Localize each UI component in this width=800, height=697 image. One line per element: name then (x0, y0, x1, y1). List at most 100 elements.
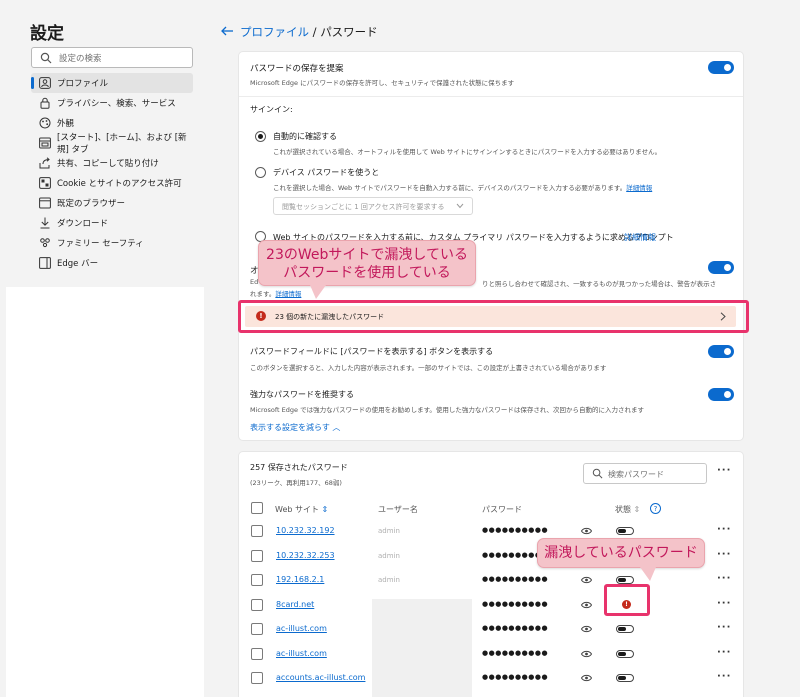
browser-icon (39, 197, 51, 209)
column-status[interactable]: 状態 ⇕ (615, 504, 640, 515)
sidebar-item-family[interactable]: ファミリー セーフティ (31, 233, 193, 253)
settings-search-input[interactable]: 設定の検索 (31, 47, 193, 68)
sort-icon: ⇕ (321, 505, 329, 514)
leak-alert-desc-start: Ed (250, 278, 259, 286)
row-checkbox[interactable] (251, 599, 263, 611)
username: admin (378, 552, 400, 560)
masked-password: ●●●●●●●●●● (482, 600, 549, 608)
auto-confirm-desc: これが選択されている場合、オートフィルを使用して Web サイトにサインインする… (273, 148, 662, 156)
auto-confirm-radio[interactable] (255, 131, 266, 142)
site-link[interactable]: 10.232.32.253 (276, 551, 335, 560)
row-checkbox[interactable] (251, 672, 263, 684)
sidebar-item-label: 外観 (57, 119, 75, 129)
search-icon (592, 468, 603, 479)
cookie-icon (39, 177, 51, 189)
row-more-button[interactable]: ··· (717, 549, 731, 560)
redacted-usernames (372, 599, 472, 697)
sidebar-item-share[interactable]: 共有、コピーして貼り付け (31, 153, 193, 173)
strong-password-desc: Microsoft Edge では強力なパスワードの使用をお勧めします。使用した… (250, 406, 644, 414)
sidebar-item-default-browser[interactable]: 既定のブラウザー (31, 193, 193, 213)
device-password-learn-more[interactable]: 詳細情報 (626, 184, 652, 192)
row-checkbox[interactable] (251, 550, 263, 562)
appearance-icon (39, 117, 51, 129)
password-health-icon (616, 527, 634, 535)
site-link[interactable]: ac-illust.com (276, 624, 327, 633)
show-password-eye-icon[interactable] (581, 625, 592, 633)
share-icon (39, 157, 50, 169)
strong-password-toggle[interactable] (708, 388, 734, 401)
sidebar-item-downloads[interactable]: ダウンロード (31, 213, 193, 233)
password-health-icon (616, 576, 634, 584)
row-more-button[interactable]: ··· (717, 524, 731, 535)
show-less-settings-link[interactable]: 表示する設定を減らす ︿ (250, 422, 340, 433)
row-more-button[interactable]: ··· (717, 671, 731, 682)
row-more-button[interactable]: ··· (717, 647, 731, 658)
site-link[interactable]: 10.232.32.192 (276, 526, 335, 535)
row-more-button[interactable]: ··· (717, 598, 731, 609)
leak-callout-line-1: 23のWebサイトで漏洩している (266, 247, 468, 263)
breadcrumb-separator: / (309, 25, 321, 39)
leak-status-highlight-box (604, 584, 650, 616)
password-health-icon (616, 650, 634, 658)
site-link[interactable]: 8card.net (276, 600, 314, 609)
page-title: パスワード (320, 25, 378, 39)
saved-passwords-title: 257 保存されたパスワード (250, 463, 348, 472)
masked-password: ●●●●●●●●●● (482, 624, 549, 632)
password-search-input[interactable]: 検索パスワード (583, 463, 707, 484)
offer-save-toggle[interactable] (708, 61, 734, 74)
row-more-button[interactable]: ··· (717, 573, 731, 584)
leak-alert-toggle[interactable] (708, 261, 734, 274)
sidebar-item-label: プロファイル (57, 79, 109, 89)
show-password-eye-icon[interactable] (581, 674, 592, 682)
sidebar-item-start-tab[interactable]: [スタート]、[ホーム]、および [新規] タブ (31, 133, 193, 155)
sidebar-item-profile[interactable]: プロファイル (31, 73, 193, 93)
sort-icon: ⇕ (633, 505, 641, 514)
device-password-radio[interactable] (255, 167, 266, 178)
select-all-checkbox[interactable] (251, 502, 263, 514)
site-link[interactable]: ac-illust.com (276, 649, 327, 658)
permission-dropdown[interactable]: 閲覧セッションごとに 1 回アクセス許可を要求する (273, 197, 473, 215)
search-placeholder: 検索パスワード (608, 470, 664, 479)
site-link[interactable]: accounts.ac-illust.com (276, 673, 365, 682)
column-user: ユーザー名 (378, 505, 418, 514)
sidebar-item-label: 共有、コピーして貼り付け (57, 159, 159, 169)
leak-alert-learn-more[interactable]: 詳細情報 (275, 290, 301, 298)
sidebar-item-edge-bar[interactable]: Edge バー (31, 253, 193, 273)
sidebar-item-label: Edge バー (57, 259, 99, 269)
offer-save-desc: Microsoft Edge にパスワードの保存を許可し、セキュリティで保護され… (250, 79, 515, 87)
start-tab-icon (39, 137, 51, 149)
sidebar-item-cookies[interactable]: Cookie とサイトのアクセス許可 (31, 173, 193, 193)
more-options-button[interactable]: ··· (717, 465, 731, 476)
sidebar-item-privacy[interactable]: プライバシー、検索、サービス (31, 93, 193, 113)
sidebar-item-label: ファミリー セーフティ (57, 239, 144, 249)
column-site[interactable]: Web サイト ⇕ (275, 504, 328, 515)
download-icon (40, 217, 50, 229)
leaked-password-callout: 漏洩しているパスワード (537, 538, 705, 568)
row-checkbox[interactable] (251, 574, 263, 586)
show-password-eye-icon[interactable] (581, 576, 592, 584)
lock-icon (40, 97, 50, 109)
sidebar-item-appearance[interactable]: 外観 (31, 113, 193, 133)
edge-bar-icon (39, 257, 51, 269)
auto-confirm-title: 自動的に確認する (273, 132, 337, 141)
breadcrumb-profile-link[interactable]: プロファイル (240, 25, 309, 39)
primary-password-learn-more[interactable]: 詳細情報 (624, 232, 656, 243)
row-checkbox[interactable] (251, 648, 263, 660)
row-checkbox[interactable] (251, 525, 263, 537)
row-more-button[interactable]: ··· (717, 622, 731, 633)
sidebar-item-label: ダウンロード (57, 219, 109, 229)
back-arrow-icon[interactable] (220, 24, 234, 38)
profile-icon (39, 77, 51, 89)
help-icon[interactable]: ? (650, 503, 661, 514)
reveal-button-desc: このボタンを選択すると、入力した内容が表示されます。一部のサイトでは、この設定が… (250, 364, 607, 372)
show-password-eye-icon[interactable] (581, 527, 592, 535)
username: admin (378, 576, 400, 584)
sidebar-item-label: Cookie とサイトのアクセス許可 (57, 179, 182, 189)
show-password-eye-icon[interactable] (581, 601, 592, 609)
show-password-eye-icon[interactable] (581, 650, 592, 658)
chevron-up-icon: ︿ (332, 423, 341, 432)
site-link[interactable]: 192.168.2.1 (276, 575, 324, 584)
reveal-button-toggle[interactable] (708, 345, 734, 358)
leaked-password-callout-tail (640, 567, 656, 581)
row-checkbox[interactable] (251, 623, 263, 635)
